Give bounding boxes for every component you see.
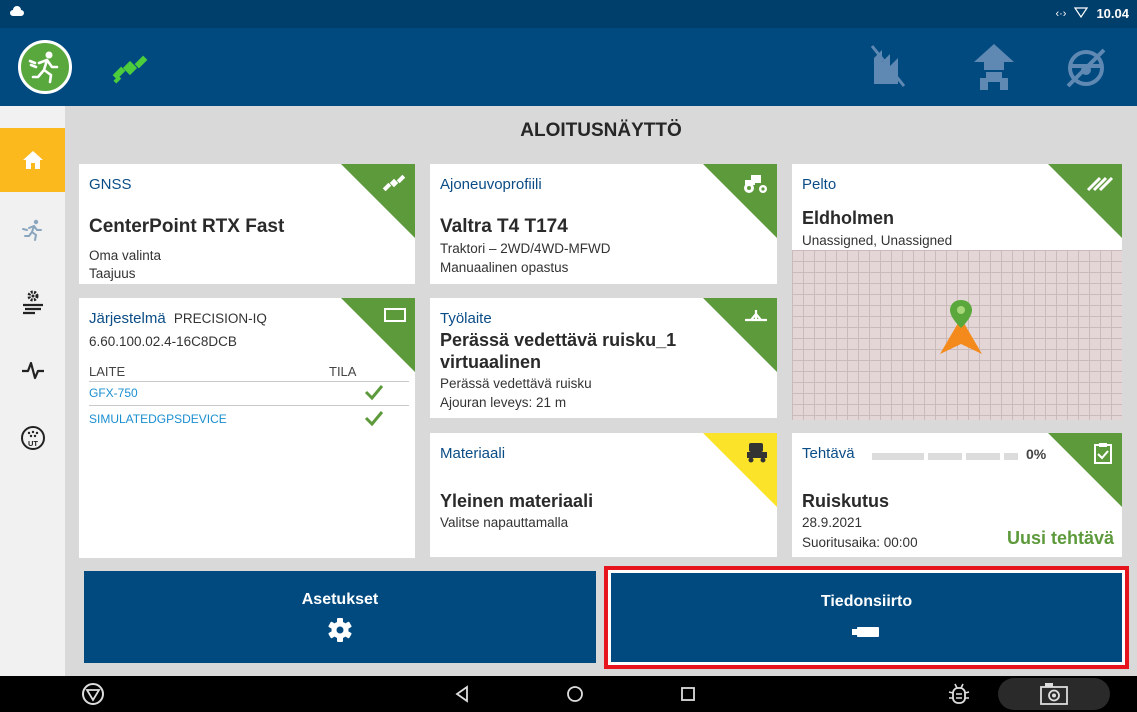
tractor-icon bbox=[741, 172, 769, 199]
progress-segment bbox=[1004, 453, 1018, 460]
sprayer-icon bbox=[743, 306, 769, 329]
pulse-icon bbox=[21, 361, 44, 380]
field-lines-icon bbox=[1084, 172, 1114, 197]
card-title: Työlaite bbox=[440, 310, 492, 327]
progress-segment bbox=[966, 453, 1000, 460]
gnss-line2: Taajuus bbox=[89, 266, 136, 281]
screenshot-button[interactable] bbox=[998, 678, 1110, 710]
disabled-field-icon[interactable] bbox=[868, 42, 908, 93]
camera-icon bbox=[1038, 681, 1070, 712]
gear-icon bbox=[327, 617, 353, 648]
home-nav-icon[interactable] bbox=[566, 685, 584, 708]
gnss-line1: Oma valinta bbox=[89, 248, 162, 263]
run-button[interactable] bbox=[18, 40, 72, 94]
app-header bbox=[0, 28, 1137, 106]
field-client: Unassigned, Unassigned bbox=[802, 233, 953, 248]
satellite-icon[interactable] bbox=[110, 50, 150, 91]
system-title: Järjestelmä bbox=[89, 310, 166, 327]
vehicle-position-icon bbox=[938, 298, 984, 363]
gnss-card[interactable]: GNSS CenterPoint RTX Fast Oma valinta Ta… bbox=[79, 164, 415, 284]
app-root: ‹·› 10.04 UT ALOITUSNÄYTTÖ GNSS CenterPo… bbox=[0, 0, 1137, 712]
vehicle-card[interactable]: Ajoneuvoprofiili Valtra T4 T174 Traktori… bbox=[430, 164, 777, 284]
vehicle-line1: Traktori – 2WD/4WD-MFWD bbox=[440, 241, 611, 256]
implement-line2: Ajouran leveys: 21 m bbox=[440, 395, 567, 410]
main-content: ALOITUSNÄYTTÖ GNSS CenterPoint RTX Fast … bbox=[65, 106, 1137, 676]
task-name: Ruiskutus bbox=[802, 491, 890, 511]
check-icon bbox=[363, 409, 385, 432]
vehicle-line2: Manuaalinen opastus bbox=[440, 260, 569, 275]
settings-label: Asetukset bbox=[301, 591, 379, 608]
implement-name-1: Perässä vedettävä ruisku_1 bbox=[440, 330, 677, 350]
column-device: LAITE bbox=[89, 364, 126, 379]
field-name: Eldholmen bbox=[802, 208, 895, 228]
cloud-alert-icon bbox=[10, 6, 24, 21]
transfer-label: Tiedonsiirto bbox=[820, 593, 913, 610]
status-bar: ‹·› 10.04 bbox=[0, 0, 1137, 28]
gnss-source: CenterPoint RTX Fast bbox=[89, 216, 285, 237]
settings-button[interactable]: Asetukset bbox=[84, 571, 596, 663]
satellite-icon bbox=[381, 172, 407, 201]
material-hint: Valitse napauttamalla bbox=[440, 515, 569, 530]
card-title: GNSS bbox=[89, 176, 132, 193]
sidebar: UT bbox=[0, 106, 65, 676]
vehicle-upload-icon[interactable] bbox=[970, 42, 1018, 97]
card-title: Ajoneuvoprofiili bbox=[440, 176, 542, 193]
material-tank-icon bbox=[745, 441, 769, 468]
task-progress-text: 0% bbox=[1026, 446, 1047, 462]
transfer-highlight: Tiedonsiirto bbox=[604, 566, 1129, 669]
material-card[interactable]: Materiaali Yleinen materiaali Valitse na… bbox=[430, 433, 777, 557]
implement-card[interactable]: Työlaite Perässä vedettävä ruisku_1 virt… bbox=[430, 298, 777, 418]
runner-icon bbox=[21, 219, 42, 241]
card-title: Materiaali bbox=[440, 445, 506, 462]
sidebar-item-diagnostics[interactable] bbox=[0, 340, 65, 400]
svg-text:UT: UT bbox=[28, 439, 38, 448]
implement-line1: Perässä vedettävä ruisku bbox=[440, 376, 592, 391]
progress-segment bbox=[928, 453, 962, 460]
card-title: Järjestelmä PRECISION-IQ bbox=[89, 310, 267, 327]
ut-icon: UT bbox=[20, 426, 45, 450]
wifi-icon bbox=[1074, 6, 1089, 21]
field-card[interactable]: Pelto Eldholmen Unassigned, Unassigned bbox=[792, 164, 1122, 420]
field-settings-icon bbox=[22, 290, 43, 315]
back-icon[interactable] bbox=[453, 685, 471, 708]
new-task-button[interactable]: Uusi tehtävä bbox=[1007, 528, 1114, 549]
task-duration: Suoritusaika: 00:00 bbox=[802, 535, 918, 550]
transfer-button[interactable]: Tiedonsiirto bbox=[611, 573, 1122, 662]
sidebar-item-field[interactable] bbox=[0, 272, 65, 332]
power-off-icon[interactable] bbox=[80, 681, 106, 712]
sidebar-item-home[interactable] bbox=[0, 128, 65, 192]
home-icon bbox=[22, 151, 43, 169]
divider bbox=[89, 381, 409, 382]
display-icon bbox=[383, 306, 407, 329]
material-name: Yleinen materiaali bbox=[440, 491, 594, 511]
status-right: ‹·› 10.04 bbox=[1055, 6, 1129, 21]
task-date: 28.9.2021 bbox=[802, 515, 863, 530]
disabled-steering-icon[interactable] bbox=[1064, 48, 1108, 93]
sidebar-item-run[interactable] bbox=[0, 200, 65, 260]
task-card[interactable]: Tehtävä 0% Ruiskutus 28.9.2021 Suoritusa… bbox=[792, 433, 1122, 557]
recents-icon[interactable] bbox=[680, 686, 696, 707]
page-title: ALOITUSNÄYTTÖ bbox=[520, 120, 682, 141]
progress-segment bbox=[872, 453, 924, 460]
column-status: TILA bbox=[329, 364, 357, 379]
device-row-1[interactable]: GFX-750 bbox=[89, 386, 138, 400]
sidebar-item-ut[interactable]: UT bbox=[0, 408, 65, 468]
clock: 10.04 bbox=[1096, 6, 1129, 21]
vehicle-name: Valtra T4 T174 bbox=[440, 216, 568, 237]
card-title: Pelto bbox=[802, 176, 837, 193]
implement-name-2: virtuaalinen bbox=[440, 352, 542, 372]
system-version: 6.60.100.02.4-16C8DCB bbox=[89, 334, 237, 349]
navigation-bar bbox=[0, 676, 1137, 712]
check-icon bbox=[363, 383, 385, 406]
runner-icon bbox=[28, 51, 59, 84]
bug-report-icon[interactable] bbox=[947, 681, 971, 712]
card-title: Tehtävä bbox=[802, 445, 855, 462]
divider bbox=[89, 405, 409, 406]
network-icon: ‹·› bbox=[1055, 7, 1067, 20]
clipboard-check-icon bbox=[1092, 441, 1114, 470]
usb-drive-icon bbox=[851, 625, 881, 644]
system-name: PRECISION-IQ bbox=[173, 311, 267, 326]
system-card[interactable]: Järjestelmä PRECISION-IQ 6.60.100.02.4-1… bbox=[79, 298, 415, 558]
device-row-2[interactable]: SIMULATEDGPSDEVICE bbox=[89, 412, 227, 426]
